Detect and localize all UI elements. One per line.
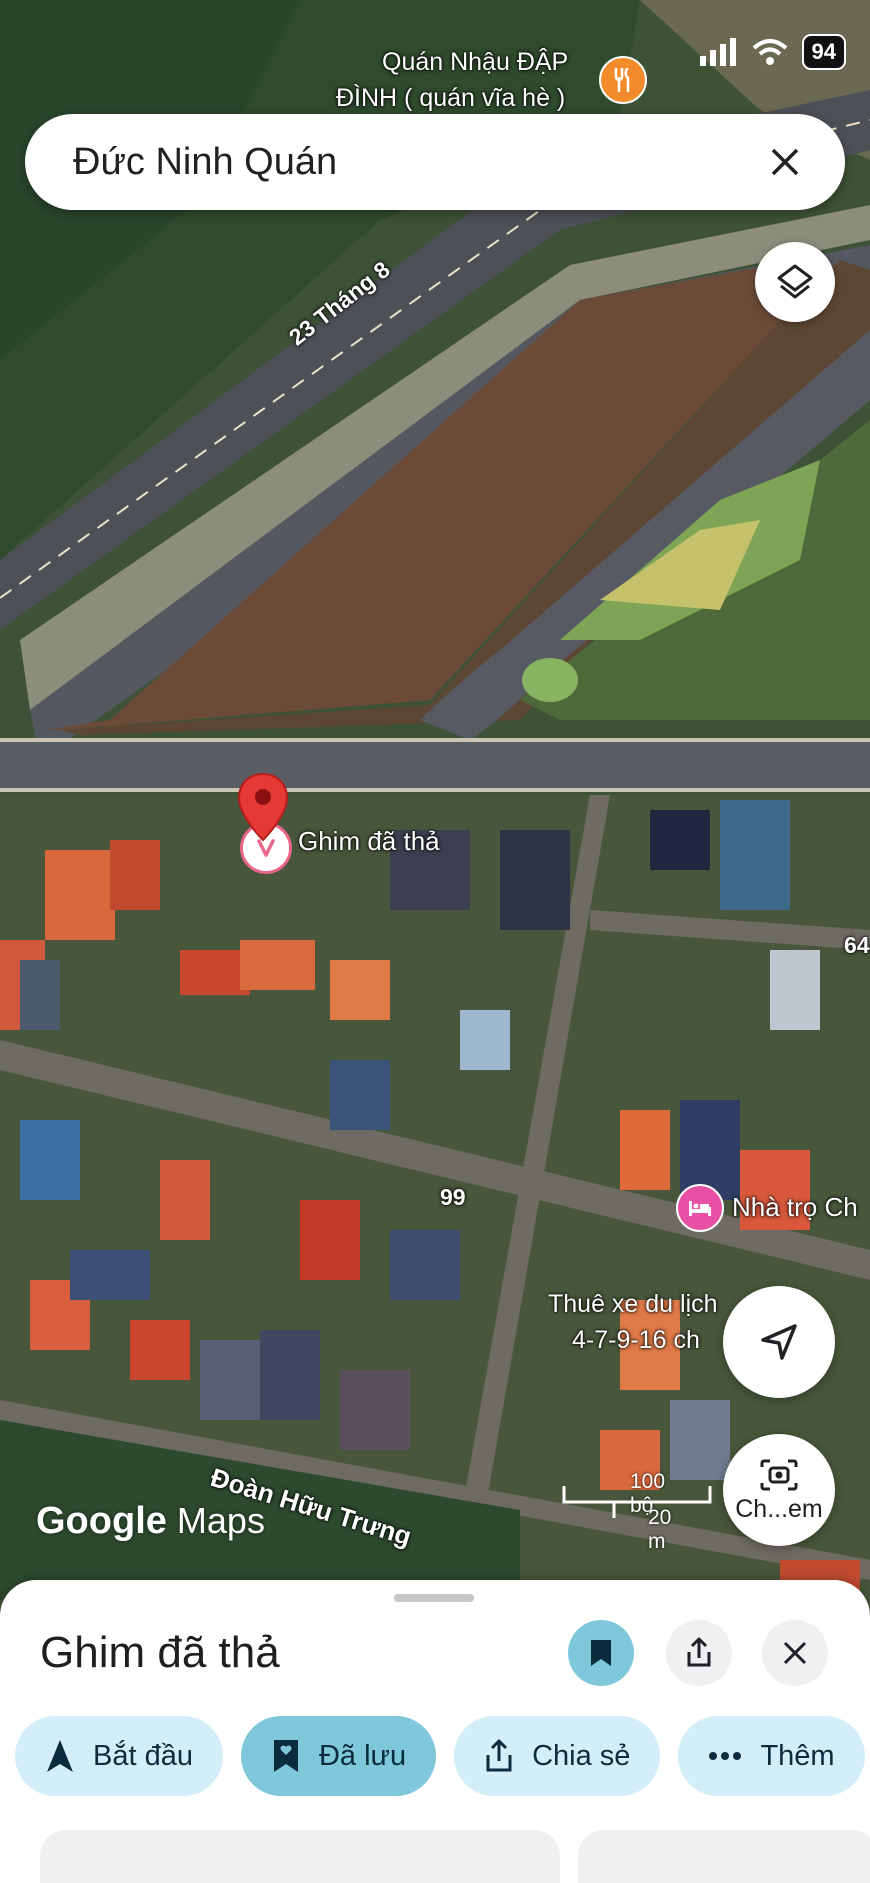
camera-button-label: Ch...em — [735, 1494, 823, 1523]
place-bottom-sheet[interactable]: Ghim đã thả Bắt đầu Đã lưu Chia sẻ Thêm — [0, 1580, 870, 1883]
wifi-icon — [752, 39, 787, 65]
layers-button[interactable] — [755, 242, 835, 322]
photo-card[interactable] — [578, 1830, 870, 1883]
chip-label: Đã lưu — [318, 1739, 407, 1772]
chip-label: Bắt đầu — [93, 1739, 193, 1772]
poi-hotel-name[interactable]: Nhà trọ Ch — [732, 1192, 858, 1223]
saved-toggle-button[interactable] — [568, 1620, 634, 1686]
navigation-arrow-icon — [47, 1740, 73, 1772]
road-number-99: 99 — [440, 1184, 466, 1210]
poi-restaurant-name-line1[interactable]: Quán Nhậu ĐẬP — [382, 48, 568, 77]
photo-card[interactable] — [40, 1830, 560, 1883]
camera-icon — [760, 1459, 798, 1490]
watermark-maps: Maps — [176, 1500, 265, 1541]
map-pin-icon[interactable] — [236, 772, 290, 842]
scale-meters: 20 m — [648, 1506, 672, 1553]
chip-saved[interactable]: Đã lưu — [240, 1716, 437, 1796]
close-sheet-button[interactable] — [762, 1620, 828, 1686]
poi-car-rental-line1[interactable]: Thuê xe du lịch — [548, 1290, 718, 1319]
bookmark-icon — [273, 1740, 298, 1772]
close-icon — [783, 1641, 807, 1665]
restaurant-icon[interactable] — [599, 56, 647, 104]
bookmark-icon — [591, 1640, 611, 1666]
layers-icon — [777, 264, 813, 299]
more-icon — [709, 1752, 742, 1760]
battery-level: 94 — [801, 34, 846, 70]
chip-label: Thêm — [760, 1739, 835, 1772]
my-location-button[interactable] — [723, 1286, 835, 1398]
place-title: Ghim đã thả — [40, 1628, 280, 1677]
chip-start-navigation[interactable]: Bắt đầu — [15, 1716, 223, 1796]
action-chips: Bắt đầu Đã lưu Chia sẻ Thêm — [15, 1716, 865, 1796]
camera-search-button[interactable]: Ch...em — [723, 1434, 835, 1546]
navigation-arrow-icon — [761, 1324, 797, 1360]
drag-handle[interactable] — [394, 1594, 474, 1602]
poi-car-rental-line2[interactable]: 4-7-9-16 ch — [572, 1326, 700, 1355]
status-bar: 94 — [698, 34, 846, 70]
search-query[interactable]: Đức Ninh Quán — [73, 141, 763, 184]
poi-restaurant-name-line2[interactable]: ĐÌNH ( quán vĩa hè ) — [336, 84, 565, 113]
watermark-google: Google — [36, 1500, 167, 1542]
share-icon — [687, 1637, 711, 1667]
share-icon — [486, 1739, 512, 1772]
google-maps-watermark: Google Maps — [36, 1500, 265, 1543]
hotel-icon[interactable] — [676, 1184, 724, 1232]
clear-search-button[interactable] — [763, 140, 807, 184]
chip-share[interactable]: Chia sẻ — [454, 1716, 661, 1796]
road-number-64: 64 — [844, 932, 870, 958]
close-icon — [771, 148, 799, 176]
cellular-signal-icon — [699, 38, 736, 66]
share-button[interactable] — [666, 1620, 732, 1686]
scale-bar-icon — [562, 1486, 712, 1518]
search-bar[interactable]: Đức Ninh Quán — [25, 114, 845, 210]
chip-more[interactable]: Thêm — [678, 1716, 865, 1796]
dropped-pin-map-label: Ghim đã thả — [298, 826, 440, 856]
chip-label: Chia sẻ — [532, 1739, 631, 1772]
